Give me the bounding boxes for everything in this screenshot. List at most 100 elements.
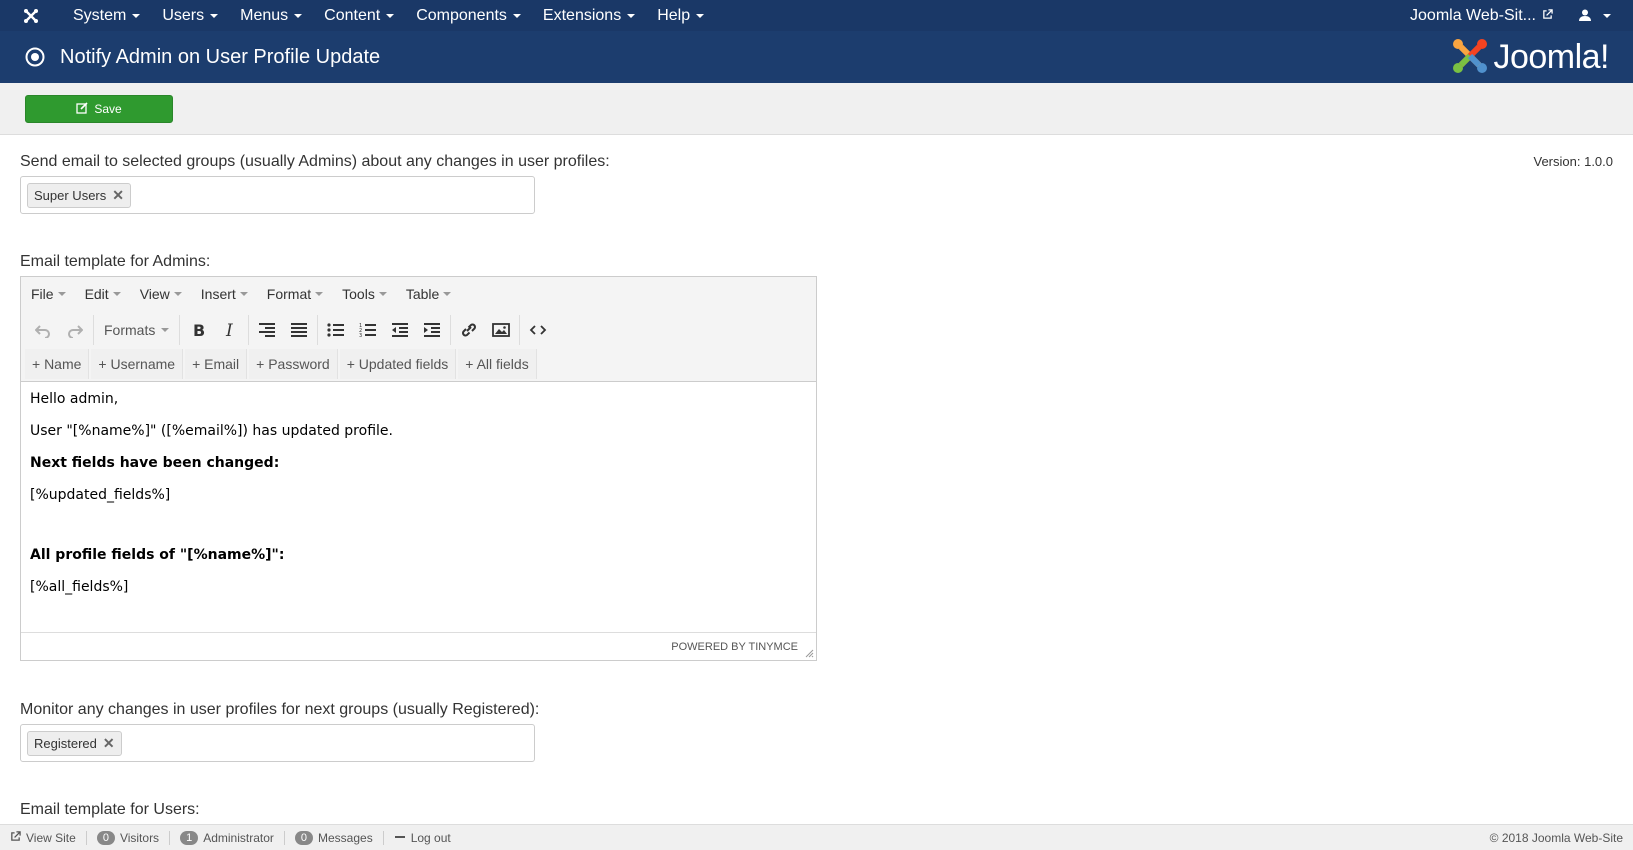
editor-toolbar: File Edit View Insert Format Tools Table… (21, 277, 816, 382)
user-menu[interactable] (1567, 8, 1633, 24)
caret-down-icon (132, 13, 141, 18)
page-header: Notify Admin on User Profile Update Joom… (0, 31, 1633, 83)
indent-icon[interactable] (416, 315, 448, 345)
formats-dropdown[interactable]: Formats (96, 315, 177, 345)
save-button[interactable]: Save (25, 95, 173, 123)
tag-super-users: Super Users ✕ (27, 182, 131, 208)
navbar-right: Joomla Web-Sit... (1396, 0, 1633, 31)
caret-down-icon (57, 292, 66, 296)
administrator-link[interactable]: 1 Administrator (170, 830, 285, 845)
content-paragraph: Hello admin, (30, 391, 119, 407)
menu-content[interactable]: Content (313, 0, 405, 31)
insert-username-button[interactable]: + Username (91, 349, 184, 379)
content-paragraph: Next fields have been changed: (30, 455, 280, 471)
main-menu: System Users Menus Content Components Ex… (62, 0, 715, 31)
messages-label: Messages (318, 830, 373, 845)
admins-label: Administrator (203, 830, 274, 845)
menu-label: View (139, 286, 170, 302)
menu-system[interactable]: System (62, 0, 151, 31)
menu-help[interactable]: Help (646, 0, 715, 31)
editor-menu-edit[interactable]: Edit (85, 286, 128, 302)
view-site-label: View Site (26, 830, 76, 845)
joomla-brand: Joomla! (1451, 37, 1609, 78)
menu-label: File (31, 286, 54, 302)
numbered-list-icon[interactable]: 123 (352, 315, 384, 345)
close-icon[interactable]: ✕ (112, 187, 124, 204)
caret-down-icon (696, 13, 705, 18)
menu-extensions[interactable]: Extensions (532, 0, 646, 31)
edit-icon (76, 101, 88, 117)
justify-icon[interactable] (283, 315, 315, 345)
insert-name-button[interactable]: + Name (25, 349, 90, 379)
external-link-icon (10, 830, 21, 845)
svg-text:I: I (225, 322, 233, 338)
code-icon[interactable] (522, 315, 554, 345)
admin-groups-select[interactable]: Super Users ✕ (20, 176, 535, 214)
align-right-icon[interactable] (251, 315, 283, 345)
tag-label: Registered (34, 735, 97, 751)
editor-statusbar: POWERED BY TINYMCE (21, 632, 816, 660)
menu-label: Help (657, 6, 691, 24)
admin-template-editor: File Edit View Insert Format Tools Table… (20, 276, 817, 661)
view-site-link[interactable]: View Site (0, 830, 87, 845)
version-label: Version: 1.0.0 (1533, 154, 1614, 169)
menu-label: Edit (84, 286, 109, 302)
editor-menu-view[interactable]: View (140, 286, 189, 302)
formats-label: Formats (104, 322, 156, 338)
editor-menu-file[interactable]: File (31, 286, 73, 302)
logout-label: Log out (410, 830, 451, 845)
bold-icon[interactable]: B (182, 315, 214, 345)
content-paragraph: All profile fields of "[%name%]": (30, 547, 285, 563)
top-navbar: System Users Menus Content Components Ex… (0, 0, 1633, 31)
caret-down-icon (210, 13, 219, 18)
editor-menu-format[interactable]: Format (267, 286, 330, 302)
insert-password-button[interactable]: + Password (249, 349, 338, 379)
logout-icon (394, 831, 406, 845)
messages-link[interactable]: 0 Messages (285, 830, 384, 845)
user-template-label: Email template for Users: (20, 801, 200, 818)
joomla-icon[interactable] (0, 0, 62, 31)
undo-icon[interactable] (27, 315, 59, 345)
svg-text:B: B (193, 322, 205, 338)
close-icon[interactable]: ✕ (103, 735, 115, 752)
caret-down-icon (386, 13, 395, 18)
powered-by-label[interactable]: POWERED BY TINYMCE (671, 641, 798, 653)
logout-link[interactable]: Log out (384, 831, 461, 845)
menu-users[interactable]: Users (151, 0, 229, 31)
formats-group: Formats (94, 315, 181, 345)
content-paragraph: [%all_fields%] (30, 579, 129, 595)
caret-down-icon (161, 328, 170, 332)
insert-group (451, 315, 521, 345)
joomla-logo-icon (1451, 37, 1489, 78)
image-icon[interactable] (485, 315, 517, 345)
outdent-icon[interactable] (384, 315, 416, 345)
editor-menu-table[interactable]: Table (406, 286, 458, 302)
caret-down-icon (512, 13, 521, 18)
editor-menu-insert[interactable]: Insert (201, 286, 255, 302)
editor-content-area[interactable]: Hello admin, User "[%name%]" ([%email%])… (21, 382, 816, 630)
insert-email-button[interactable]: + Email (185, 349, 248, 379)
link-icon[interactable] (453, 315, 485, 345)
menu-label: Format (266, 286, 312, 302)
menu-menus[interactable]: Menus (229, 0, 313, 31)
tag-registered: Registered ✕ (27, 730, 122, 756)
monitor-groups-label: Monitor any changes in user profiles for… (20, 701, 540, 718)
copyright-text: © 2018 Joomla Web-Site (1489, 830, 1623, 845)
insert-all-fields-button[interactable]: + All fields (458, 349, 537, 379)
site-link[interactable]: Joomla Web-Sit... (1396, 7, 1567, 25)
caret-down-icon (378, 292, 387, 296)
content-paragraph: User "[%name%]" ([%email%]) has updated … (30, 423, 393, 439)
menu-label: Tools (342, 286, 375, 302)
redo-icon[interactable] (59, 315, 91, 345)
insert-updated-fields-button[interactable]: + Updated fields (339, 349, 457, 379)
editor-menu-tools[interactable]: Tools (342, 286, 394, 302)
italic-icon[interactable]: I (214, 315, 246, 345)
visitors-link[interactable]: 0 Visitors (87, 830, 171, 845)
bullet-list-icon[interactable] (320, 315, 352, 345)
menu-components[interactable]: Components (405, 0, 532, 31)
menu-label: Menus (240, 6, 289, 24)
menu-label: Extensions (542, 6, 622, 24)
resize-handle-icon[interactable] (804, 648, 814, 658)
editor-insert-toolbar: + Name + Username + Email + Password + U… (25, 349, 537, 379)
monitor-groups-select[interactable]: Registered ✕ (20, 724, 535, 762)
